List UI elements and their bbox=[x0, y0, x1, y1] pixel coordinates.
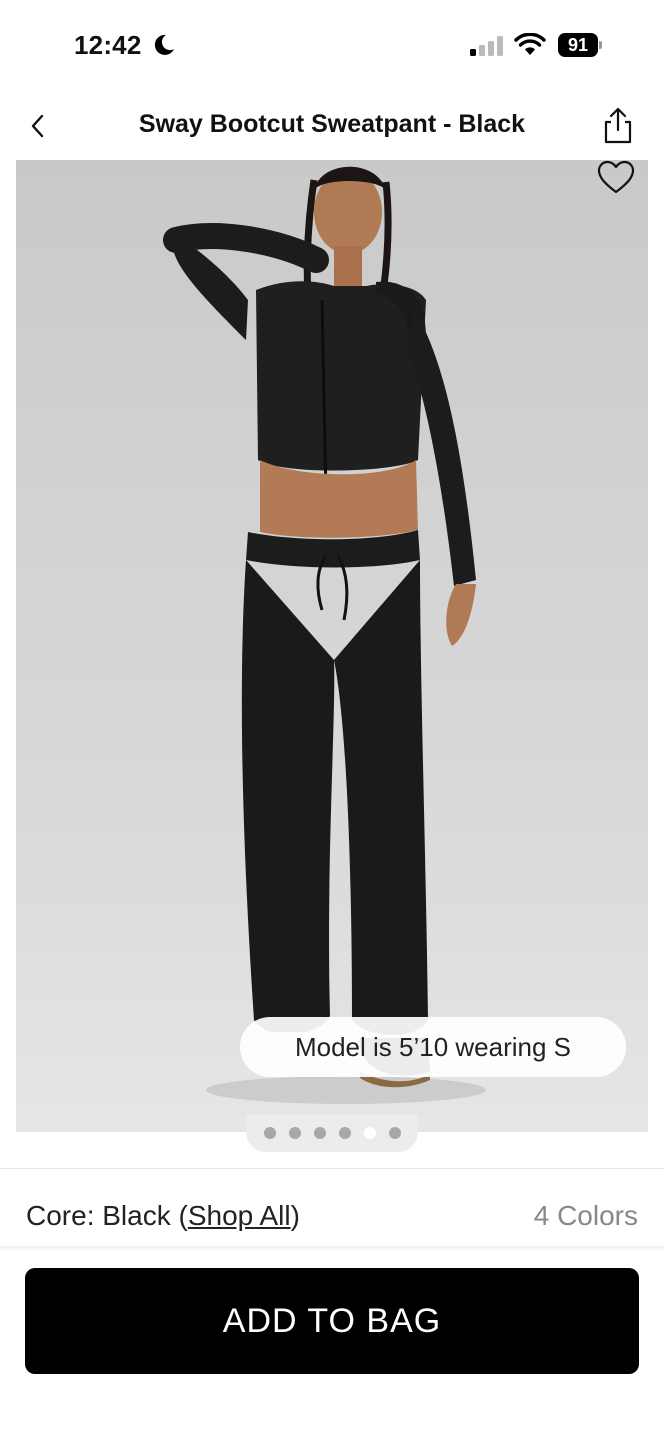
battery-tip bbox=[599, 41, 602, 49]
shop-all-link[interactable]: Shop All bbox=[188, 1200, 291, 1231]
divider bbox=[0, 1168, 664, 1169]
back-button[interactable] bbox=[22, 110, 54, 142]
pager-dot[interactable] bbox=[263, 1127, 276, 1139]
cellular-signal-icon bbox=[470, 36, 503, 56]
color-label: Core: Black (Shop All) bbox=[26, 1200, 300, 1232]
pager-dot[interactable] bbox=[388, 1127, 401, 1139]
wifi-icon bbox=[514, 33, 546, 55]
pager-dot[interactable] bbox=[338, 1127, 351, 1139]
product-image[interactable]: Model is 5’10 wearing S bbox=[16, 160, 648, 1132]
pager-dot[interactable] bbox=[288, 1127, 301, 1139]
model-photo bbox=[163, 166, 486, 1104]
heart-icon[interactable] bbox=[596, 160, 636, 196]
status-bar: 12:42 91 bbox=[0, 0, 664, 92]
pager-dot[interactable] bbox=[313, 1127, 326, 1139]
bottom-bar-shadow bbox=[0, 1246, 664, 1252]
color-selector-row: Core: Black (Shop All) 4 Colors bbox=[0, 1196, 664, 1240]
add-to-bag-button[interactable]: ADD TO BAG bbox=[25, 1268, 639, 1374]
image-pager[interactable] bbox=[246, 1114, 418, 1152]
share-icon[interactable] bbox=[600, 106, 636, 146]
status-time: 12:42 bbox=[74, 30, 142, 60]
battery-level: 91 bbox=[558, 33, 598, 57]
color-suffix: ) bbox=[290, 1200, 300, 1231]
model-info-badge: Model is 5’10 wearing S bbox=[240, 1017, 626, 1077]
nav-bar: Sway Bootcut Sweatpant - Black bbox=[0, 92, 664, 160]
pager-dot-active[interactable] bbox=[363, 1127, 376, 1139]
color-name: Core: Black ( bbox=[26, 1200, 188, 1231]
chevron-left-icon bbox=[31, 114, 44, 138]
color-count[interactable]: 4 Colors bbox=[534, 1200, 638, 1232]
battery-indicator: 91 bbox=[558, 33, 602, 57]
moon-icon bbox=[154, 34, 174, 55]
page-title: Sway Bootcut Sweatpant - Black bbox=[138, 110, 526, 138]
